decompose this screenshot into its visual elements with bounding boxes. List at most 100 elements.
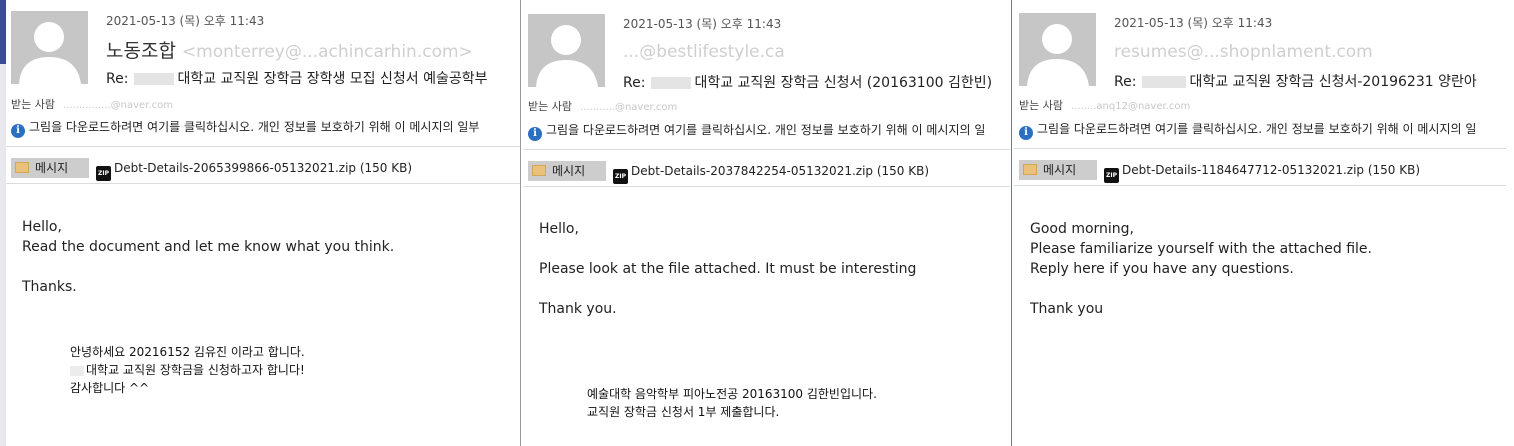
korean-line: 예술대학 음악학부 피아노전공 20163100 김한빈입니다. (587, 387, 877, 401)
attachment-label: Debt-Details-2065399866-05132021.zip (15… (114, 161, 413, 175)
subject-prefix: Re: (623, 75, 646, 91)
recipient-address: ...............@naver.com (62, 100, 173, 111)
message-tab[interactable]: 메시지 (11, 158, 89, 178)
redacted-block (1142, 76, 1187, 88)
subject-prefix: Re: (1114, 74, 1137, 90)
envelope-icon (1023, 164, 1037, 175)
embedded-korean-text: 안녕하세요 20216152 김유진 이라고 합니다. 대학교 교직원 장학금을… (70, 343, 305, 397)
korean-line-text: 대학교 교직원 장학금을 신청하고자 합니다! (86, 363, 305, 377)
recipient-line: 받는 사람 ........anq12@naver.com (1019, 97, 1190, 113)
attachment-file[interactable]: ZIP Debt-Details-2037842254-05132021.zip … (613, 164, 929, 184)
subject-prefix: Re: (106, 71, 129, 87)
divider (523, 186, 1010, 187)
message-tab-label: 메시지 (552, 164, 586, 178)
avatar (11, 11, 88, 84)
attachment-label: Debt-Details-1184647712-05132021.zip (15… (1122, 163, 1421, 177)
message-body: Hello, Please look at the file attached.… (539, 219, 916, 319)
envelope-icon (15, 162, 29, 173)
body-line: Thank you (1030, 301, 1104, 317)
message-tab-label: 메시지 (35, 161, 69, 175)
subject-text: 대학교 교직원 장학금 신청서-20196231 양란아 (1189, 74, 1477, 90)
divider (6, 183, 520, 184)
sender: 노동조합 <monterrey@...achincarhin.com> (106, 36, 473, 63)
body-line: Please look at the file attached. It mus… (539, 261, 917, 277)
attachment-label: Debt-Details-2037842254-05132021.zip (15… (631, 164, 930, 178)
korean-line: 교직원 장학금 신청서 1부 제출합니다. (587, 405, 780, 419)
infobar-text: 그림을 다운로드하려면 여기를 클릭하십시오. 개인 정보를 보호하기 위해 이… (1037, 122, 1477, 136)
sent-date: 2021-05-13 (목) 오후 11:43 (1114, 16, 1273, 30)
message-tab[interactable]: 메시지 (528, 161, 606, 181)
download-pictures-infobar[interactable]: i 그림을 다운로드하려면 여기를 클릭하십시오. 개인 정보를 보호하기 위해 … (528, 121, 985, 141)
body-line: Reply here if you have any questions. (1030, 261, 1294, 277)
recipient-address: ........anq12@naver.com (1070, 101, 1191, 112)
person-silhouette-icon (19, 22, 81, 84)
zip-file-icon: ZIP (613, 169, 628, 184)
sender: ...@bestlifestyle.ca (623, 40, 785, 62)
subject-text: 대학교 교직원 장학금 장학생 모집 신청서 예술공학부 (177, 71, 488, 87)
sender-address: <monterrey@...achincarhin.com> (181, 42, 473, 62)
korean-line: 안녕하세요 20216152 김유진 이라고 합니다. (70, 345, 305, 359)
redacted-block (651, 77, 692, 89)
korean-line: 대학교 교직원 장학금을 신청하고자 합니다! (70, 361, 305, 379)
infobar-text: 그림을 다운로드하려면 여기를 클릭하십시오. 개인 정보를 보호하기 위해 이… (29, 120, 480, 134)
sender-name: 노동조합 (106, 40, 176, 62)
info-circle-icon: i (1019, 126, 1033, 140)
email-panel-1: 2021-05-13 (목) 오후 11:43 노동조합 <monterrey@.… (6, 0, 520, 446)
message-tab[interactable]: 메시지 (1019, 160, 1097, 180)
divider (523, 149, 1010, 150)
body-line (539, 279, 916, 299)
attachment-file[interactable]: ZIP Debt-Details-1184647712-05132021.zip … (1104, 163, 1420, 183)
attachment-file[interactable]: ZIP Debt-Details-2065399866-05132021.zip … (96, 161, 412, 181)
download-pictures-infobar[interactable]: i 그림을 다운로드하려면 여기를 클릭하십시오. 개인 정보를 보호하기 위해 … (1019, 120, 1476, 140)
divider (1014, 185, 1506, 186)
sender: resumes@...shopnlament.com (1114, 40, 1373, 62)
redacted-block (70, 365, 84, 376)
info-circle-icon: i (11, 124, 25, 138)
embedded-korean-text: 예술대학 음악학부 피아노전공 20163100 김한빈입니다. 교직원 장학금… (587, 385, 877, 421)
subject: Re: 대학교 교직원 장학금 신청서-20196231 양란아 (1114, 71, 1477, 91)
korean-line: 감사합니다 ^^ (70, 381, 150, 395)
body-line: Read the document and let me know what y… (22, 239, 395, 255)
email-panel-2: 2021-05-13 (목) 오후 11:43 ...@bestlifestyl… (523, 0, 1010, 446)
body-line (539, 239, 916, 259)
person-silhouette-icon (536, 25, 598, 87)
envelope-icon (532, 165, 546, 176)
download-pictures-infobar[interactable]: i 그림을 다운로드하려면 여기를 클릭하십시오. 개인 정보를 보호하기 위해 … (11, 118, 479, 138)
panel-separator (1011, 0, 1012, 446)
panel-separator (520, 0, 521, 446)
message-tab-label: 메시지 (1043, 163, 1077, 177)
sent-date: 2021-05-13 (목) 오후 11:43 (623, 17, 782, 31)
zip-file-icon: ZIP (1104, 168, 1119, 183)
body-line: Please familiarize yourself with the att… (1030, 241, 1372, 257)
recipient-line: 받는 사람 ...........@naver.com (528, 98, 677, 114)
email-panel-3: 2021-05-13 (목) 오후 11:43 resumes@...shopn… (1014, 0, 1506, 446)
body-line: Hello, (539, 221, 579, 237)
to-label: 받는 사람 (528, 100, 572, 113)
divider (6, 146, 520, 147)
window-right-edge (1506, 0, 1514, 446)
to-label: 받는 사람 (1019, 99, 1063, 112)
body-line: Thank you. (539, 301, 617, 317)
infobar-text: 그림을 다운로드하려면 여기를 클릭하십시오. 개인 정보를 보호하기 위해 이… (546, 123, 986, 137)
recipient-address: ...........@naver.com (579, 102, 678, 113)
body-line (22, 257, 394, 277)
sender-address: resumes@...shopnlament.com (1114, 42, 1373, 62)
avatar (528, 14, 605, 87)
body-line: Hello, (22, 219, 62, 235)
sent-date: 2021-05-13 (목) 오후 11:43 (106, 14, 265, 28)
redacted-block (134, 73, 175, 85)
body-line: Good morning, (1030, 221, 1135, 237)
body-line: Thanks. (22, 279, 77, 295)
person-silhouette-icon (1027, 24, 1089, 86)
avatar (1019, 13, 1096, 86)
divider (1014, 148, 1506, 149)
info-circle-icon: i (528, 127, 542, 141)
sender-address: ...@bestlifestyle.ca (623, 42, 785, 62)
subject-text: 대학교 교직원 장학금 신청서 (20163100 김한빈) (694, 75, 993, 91)
subject: Re: 대학교 교직원 장학금 신청서 (20163100 김한빈) (623, 72, 992, 92)
message-body: Good morning, Please familiarize yoursel… (1030, 219, 1372, 319)
recipient-line: 받는 사람 ...............@naver.com (11, 96, 173, 112)
body-line (1030, 279, 1372, 299)
to-label: 받는 사람 (11, 98, 55, 111)
message-body: Hello, Read the document and let me know… (22, 217, 394, 297)
